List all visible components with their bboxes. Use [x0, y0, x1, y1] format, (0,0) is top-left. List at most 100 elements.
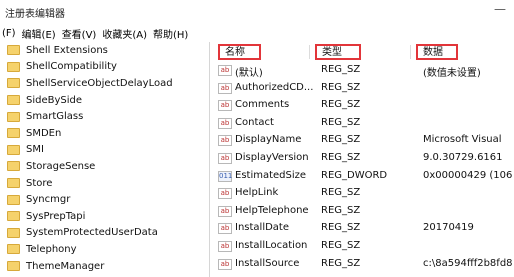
- values-pane: 名称 类型 数据 ab (默认) REG_SZ (数值未设置) ab Authorize…: [213, 42, 514, 277]
- menu-file[interactable]: (F): [0, 28, 19, 39]
- folder-icon: [7, 211, 20, 222]
- minimize-button[interactable]: —: [494, 2, 506, 16]
- value-data: c:\8a594fff2b8fd8: [423, 257, 513, 269]
- value-type: REG_SZ: [321, 204, 361, 216]
- folder-icon: [7, 194, 20, 205]
- tree-item[interactable]: ShellServiceObjectDelayLoad: [0, 75, 209, 92]
- value-data: Microsoft Visual: [423, 134, 502, 146]
- tree-item[interactable]: Shell Extensions: [0, 42, 209, 59]
- value-type: REG_SZ: [321, 257, 361, 269]
- title-bar: 注册表编辑器 —: [0, 0, 514, 22]
- value-name: HelpLink: [235, 187, 279, 199]
- folder-icon: [7, 161, 20, 172]
- value-row[interactable]: ab Comments REG_SZ: [213, 97, 514, 115]
- tree-item[interactable]: SideBySide: [0, 92, 209, 109]
- value-data: (数值未设置): [423, 68, 481, 79]
- string-value-icon: ab: [218, 258, 232, 270]
- tree-item[interactable]: SysPrepTapi: [0, 208, 209, 225]
- tree-item[interactable]: ShellCompatibility: [0, 59, 209, 76]
- column-separator[interactable]: [410, 45, 411, 59]
- tree-item-label: SystemProtectedUserData: [26, 227, 158, 239]
- menu-view[interactable]: 查看(V): [59, 26, 100, 41]
- tree-item[interactable]: SmartGlass: [0, 108, 209, 125]
- value-row[interactable]: ab Contact REG_SZ: [213, 115, 514, 133]
- binary-value-icon: 011: [218, 170, 233, 182]
- value-type: REG_SZ: [321, 151, 361, 163]
- string-value-icon: ab: [218, 135, 232, 147]
- value-data: 9.0.30729.6161: [423, 151, 503, 163]
- column-header-data[interactable]: 数据: [416, 44, 458, 60]
- value-row[interactable]: ab InstallSource REG_SZ c:\8a594fff2b8fd8: [213, 256, 514, 274]
- column-header-row: 名称 类型 数据: [213, 42, 514, 62]
- window-title: 注册表编辑器: [5, 9, 65, 20]
- value-row[interactable]: ab HelpLink REG_SZ: [213, 185, 514, 203]
- folder-icon: [7, 45, 20, 56]
- value-data: 0x00000429 (106: [423, 169, 513, 181]
- value-row[interactable]: 011 EstimatedSize REG_DWORD 0x00000429 (106: [213, 168, 514, 186]
- string-value-icon: ab: [218, 188, 232, 200]
- tree-item[interactable]: StorageSense: [0, 158, 209, 175]
- folder-icon: [7, 128, 20, 139]
- tree-item-label: SysPrepTapi: [26, 210, 86, 222]
- value-row[interactable]: ab InstallLocation REG_SZ: [213, 238, 514, 256]
- folder-icon: [7, 111, 20, 122]
- menu-favorites[interactable]: 收藏夹(A): [99, 26, 150, 41]
- tree-item-label: SMI: [26, 144, 44, 156]
- column-separator[interactable]: [309, 45, 310, 59]
- value-row[interactable]: ab (默认) REG_SZ (数值未设置): [213, 62, 514, 80]
- value-type: REG_SZ: [321, 99, 361, 111]
- folder-icon: [7, 78, 20, 89]
- value-name: (默认): [235, 68, 263, 79]
- folder-icon: [7, 61, 20, 72]
- tree-item-label: Store: [26, 177, 53, 189]
- tree-item-label: ShellServiceObjectDelayLoad: [26, 77, 173, 89]
- tree-item-label: ShellCompatibility: [26, 61, 117, 73]
- value-name: InstallDate: [235, 222, 290, 234]
- value-name: InstallSource: [235, 257, 300, 269]
- string-value-icon: ab: [218, 240, 232, 252]
- tree-item[interactable]: SystemProtectedUserData: [0, 225, 209, 242]
- tree-item[interactable]: Telephony: [0, 241, 209, 258]
- tree-item-label: SMDEn: [26, 127, 62, 139]
- folder-icon: [7, 227, 20, 238]
- column-header-name[interactable]: 名称: [218, 44, 261, 60]
- value-row[interactable]: ab DisplayVersion REG_SZ 9.0.30729.6161: [213, 150, 514, 168]
- tree-item-label: SmartGlass: [26, 111, 84, 123]
- tree-item-label: ThemeManager: [26, 260, 105, 272]
- value-type: REG_SZ: [321, 64, 361, 75]
- value-name: Contact: [235, 116, 274, 128]
- tree-item[interactable]: SMDEn: [0, 125, 209, 142]
- string-value-icon: ab: [218, 65, 232, 76]
- tree-item[interactable]: Syncmgr: [0, 191, 209, 208]
- tree-item-label: Telephony: [26, 243, 77, 255]
- string-value-icon: ab: [218, 223, 232, 235]
- value-row[interactable]: ab AuthorizedCD... REG_SZ: [213, 80, 514, 98]
- value-row[interactable]: ab DisplayName REG_SZ Microsoft Visual: [213, 132, 514, 150]
- string-value-icon: ab: [218, 117, 232, 129]
- value-type: REG_SZ: [321, 81, 361, 93]
- value-row[interactable]: ab InstallDate REG_SZ 20170419: [213, 220, 514, 238]
- folder-icon: [7, 244, 20, 255]
- string-value-icon: ab: [218, 82, 232, 94]
- folder-icon: [7, 95, 20, 106]
- tree-item[interactable]: SMI: [0, 142, 209, 159]
- menu-edit[interactable]: 编辑(E): [19, 26, 59, 41]
- value-type: REG_DWORD: [321, 169, 388, 181]
- tree-item-label: Shell Extensions: [26, 44, 108, 56]
- registry-tree: Shell Extensions ShellCompatibility Shel…: [0, 42, 210, 277]
- folder-icon: [7, 178, 20, 189]
- string-value-icon: ab: [218, 152, 232, 164]
- value-name: EstimatedSize: [235, 169, 307, 181]
- folder-icon: [7, 144, 20, 155]
- value-name: HelpTelephone: [235, 204, 309, 216]
- column-header-type[interactable]: 类型: [315, 44, 361, 60]
- tree-item[interactable]: ThemeManager: [0, 258, 209, 275]
- menu-help[interactable]: 帮助(H): [150, 26, 191, 41]
- menu-bar: (F) 编辑(E) 查看(V) 收藏夹(A) 帮助(H): [0, 24, 514, 42]
- value-type: REG_SZ: [321, 222, 361, 234]
- value-row[interactable]: ab HelpTelephone REG_SZ: [213, 203, 514, 221]
- value-name: AuthorizedCD...: [235, 81, 314, 93]
- tree-item[interactable]: Store: [0, 175, 209, 192]
- tree-item-label: StorageSense: [26, 160, 96, 172]
- string-value-icon: ab: [218, 205, 232, 217]
